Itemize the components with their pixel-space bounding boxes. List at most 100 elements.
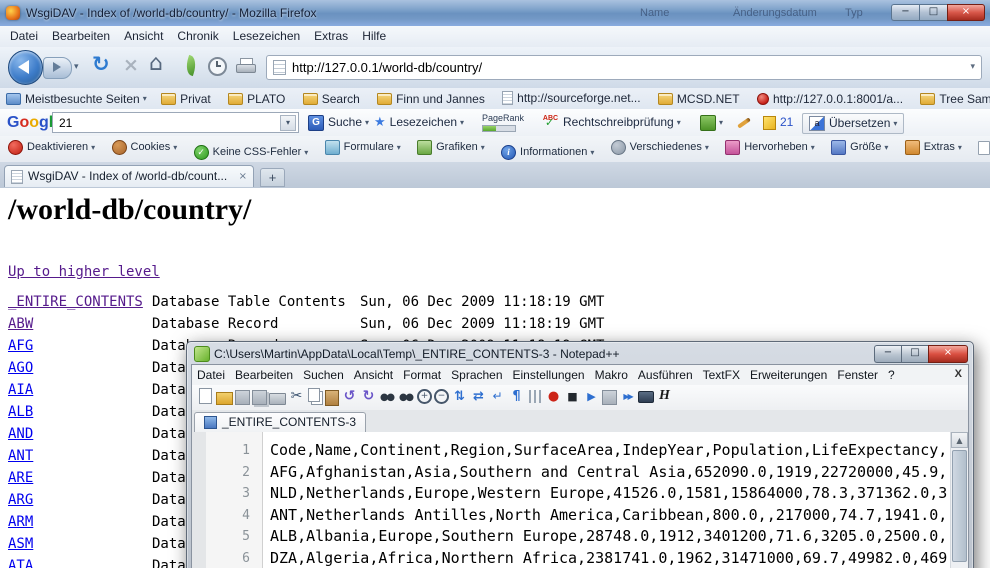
textfx-icon[interactable]: H [656,388,673,405]
entry-link[interactable]: ASM [8,536,33,553]
entry-link[interactable]: ALB [8,404,33,421]
print-button[interactable] [236,58,256,73]
entry-link[interactable]: ARM [8,514,33,531]
word-wrap-icon[interactable]: ↵ [489,388,506,405]
webdev-item[interactable]: Cookies ▾ [108,139,182,156]
menu-item[interactable]: Bearbeiten [45,26,117,46]
menu-item[interactable]: Makro [590,365,633,385]
webdev-item[interactable]: Verschiedenes ▾ [607,139,713,156]
line-text[interactable]: ALB,Albania,Europe,Southern Europe,28748… [270,527,947,545]
save-macro-icon[interactable] [602,390,617,405]
menu-item[interactable]: Extras [307,26,355,46]
copy-icon[interactable] [308,388,320,402]
sync-horizontal-icon[interactable]: ⇄ [470,388,487,405]
pagerank-indicator[interactable]: PageRank [482,113,524,132]
find-icon[interactable] [379,388,396,405]
zoom-in-icon[interactable]: + [417,389,432,404]
line-text[interactable]: Code,Name,Continent,Region,SurfaceArea,I… [270,441,947,459]
autofill-button[interactable]: ▾ [700,113,723,132]
forward-button[interactable] [43,57,72,79]
play-macro-icon[interactable]: ▶ [583,388,600,405]
entry-link[interactable]: AIA [8,382,33,399]
menu-item[interactable]: Hilfe [355,26,393,46]
print-icon[interactable] [269,393,286,405]
search-dropdown-icon[interactable]: ▾ [280,115,296,131]
url-bar[interactable]: http://127.0.0.1/world-db/country/ ▾ [266,55,982,80]
bookmark-item[interactable]: Finn und Jannes [377,91,488,107]
line-text[interactable]: NLD,Netherlands,Europe,Western Europe,41… [270,484,947,502]
bookmark-item[interactable]: Tree Samples [920,91,990,107]
menu-item[interactable]: Ausführen [633,365,698,385]
find-term-button[interactable]: 21 [763,113,793,132]
menu-item[interactable]: Lesezeichen [226,26,307,46]
google-bookmarks-button[interactable]: ★ Lesezeichen ▾ [374,113,464,132]
history-dropdown-icon[interactable]: ▾ [74,62,79,73]
menu-item[interactable]: ? [883,365,900,385]
entry-link[interactable]: ATA [8,558,33,568]
line-text[interactable]: ANT,Netherlands Antilles,North America,C… [270,506,947,524]
menu-item[interactable]: Format [398,365,446,385]
maximize-button[interactable]: □ [919,4,947,21]
paste-icon[interactable] [325,390,339,406]
url-text[interactable]: http://127.0.0.1/world-db/country/ [292,60,482,76]
webdev-item[interactable]: Größe ▾ [827,139,892,156]
menu-item[interactable]: TextFX [698,365,745,385]
translate-button[interactable]: a Übersetzen ▾ [802,113,904,134]
scroll-up-icon[interactable]: ▲ [951,432,968,448]
vertical-scrollbar[interactable]: ▲ [950,432,968,568]
replace-icon[interactable] [398,388,415,405]
entry-link[interactable]: ARG [8,492,33,509]
pencil-button[interactable] [737,113,751,132]
indent-guide-icon[interactable] [529,390,541,403]
redo-icon[interactable]: ↻ [360,388,377,405]
minimize-button[interactable]: − [874,345,901,363]
maximize-button[interactable]: □ [901,345,928,363]
stop-button[interactable]: × [123,54,139,77]
entry-link[interactable]: ARE [8,470,33,487]
sync-vertical-icon[interactable]: ⇅ [451,388,468,405]
open-file-icon[interactable] [216,392,233,405]
close-document-button[interactable]: X [955,368,962,381]
google-search-box[interactable]: 21 ▾ [52,112,299,133]
save-all-icon[interactable] [252,390,267,405]
entry-link[interactable]: _ENTIRE_CONTENTS [8,294,143,311]
bookmark-item[interactable]: Search [303,91,363,107]
save-icon[interactable] [235,390,250,405]
menu-item[interactable]: Erweiterungen [745,365,832,385]
show-all-chars-icon[interactable]: ¶ [508,388,525,405]
menu-item[interactable]: Bearbeiten [230,365,298,385]
back-button[interactable] [8,50,43,85]
bookmark-item[interactable]: Meistbesuchte Seiten ▾ [6,91,147,107]
monitor-icon[interactable] [638,391,654,403]
menu-item[interactable]: Ansicht [117,26,170,46]
bookmark-item[interactable]: Privat [161,91,214,107]
record-macro-icon[interactable]: ● [545,388,562,405]
spellcheck-button[interactable]: ABC ✓ Rechtschreibprüfung ▾ [542,113,681,132]
entry-link[interactable]: ANT [8,448,33,465]
up-to-higher-level-link[interactable]: Up to higher level [8,264,160,281]
firefox-titlebar[interactable]: WsgiDAV - Index of /world-db/country/ - … [0,0,990,27]
close-button[interactable]: × [947,4,985,21]
bookmark-item[interactable]: MCSD.NET [658,91,743,107]
new-file-icon[interactable] [199,388,212,404]
entry-link[interactable]: AND [8,426,33,443]
google-search-value[interactable]: 21 [59,116,72,130]
entry-link[interactable]: AGO [8,360,33,377]
webdev-item[interactable]: Hervorheben ▾ [721,139,819,156]
menu-item[interactable]: Suchen [298,365,349,385]
editor-area[interactable]: 1 Code,Name,Continent,Region,SurfaceArea… [192,432,968,568]
history-clock-icon[interactable] [208,57,227,76]
menu-item[interactable]: Einstellungen [508,365,590,385]
scrollbar-thumb[interactable] [952,450,967,562]
line-text[interactable]: DZA,Algeria,Africa,Northern Africa,23817… [270,549,947,567]
menu-item[interactable]: Sprachen [446,365,507,385]
entry-link[interactable]: ABW [8,316,33,333]
cut-icon[interactable]: ✂ [288,388,305,405]
stop-macro-icon[interactable]: ■ [564,388,581,405]
notepad-titlebar[interactable]: C:\Users\Martin\AppData\Local\Temp\_ENTI… [189,344,971,364]
zoom-out-icon[interactable]: − [434,389,449,404]
feather-extension-icon[interactable] [183,55,198,76]
home-button[interactable]: ⌂ [149,51,163,77]
tab-close-icon[interactable]: × [239,171,247,183]
document-tab[interactable]: _ENTIRE_CONTENTS-3 [194,412,366,432]
